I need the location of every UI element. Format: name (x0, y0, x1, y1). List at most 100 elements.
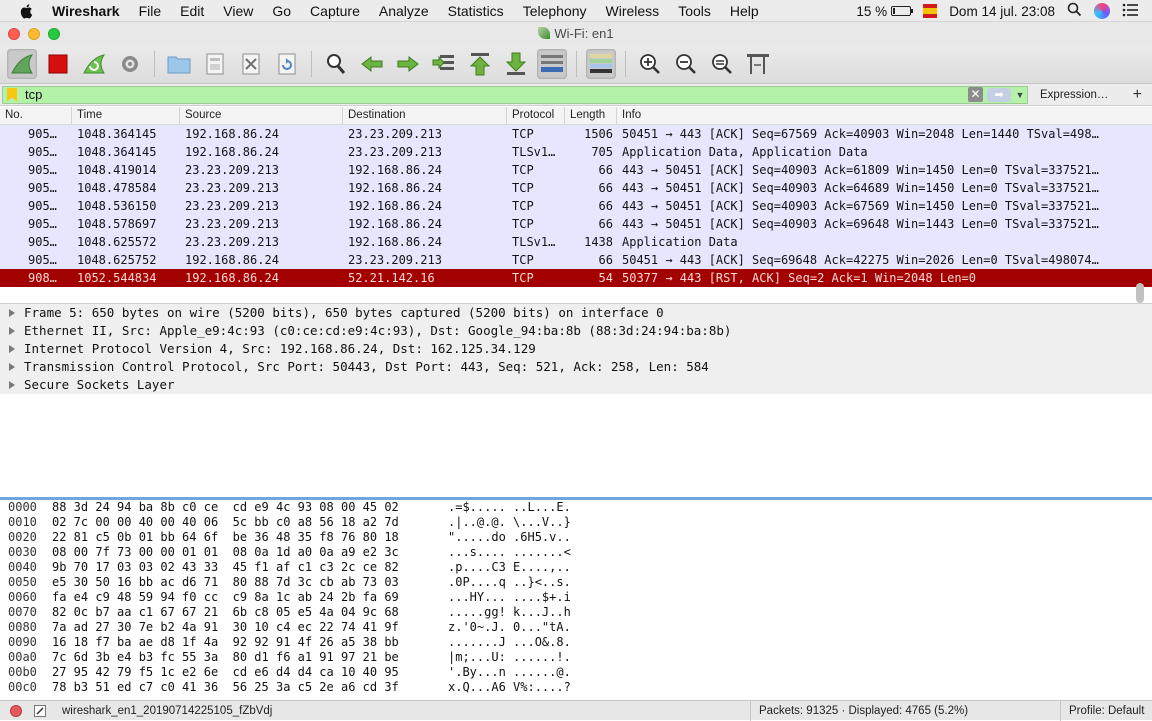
packet-list-scrollbar[interactable] (1136, 283, 1144, 303)
hex-ascii[interactable]: ".....do .6H5.v.. (448, 530, 608, 545)
siri-icon[interactable] (1094, 3, 1110, 19)
packet-row[interactable]: 905… 1048.625752 192.168.86.24 23.23.209.21… (0, 251, 1152, 269)
close-file-button[interactable] (236, 49, 266, 79)
go-back-button[interactable] (357, 49, 387, 79)
hex-bytes[interactable]: 08 00 7f 73 00 00 01 01 08 0a 1d a0 0a a… (52, 545, 448, 560)
hex-bytes[interactable]: fa e4 c9 48 59 94 f0 cc c9 8a 1c ab 24 2… (52, 590, 448, 605)
hex-ascii[interactable]: .=$..... ..L...E. (448, 500, 608, 515)
hex-offset[interactable]: 00c0 (0, 680, 52, 695)
last-packet-button[interactable] (501, 49, 531, 79)
zoom-out-button[interactable] (671, 49, 701, 79)
packet-row[interactable]: 905… 1048.364145 192.168.86.24 23.23.209.21… (0, 143, 1152, 161)
capture-options-button[interactable] (115, 49, 145, 79)
add-filter-button[interactable]: + (1133, 86, 1142, 104)
filter-bookmark-icon[interactable] (7, 87, 17, 102)
hex-bytes[interactable]: 16 18 f7 ba ae d8 1f 4a 92 92 91 4f 26 a… (52, 635, 448, 650)
detail-tree-item[interactable]: Internet Protocol Version 4, Src: 192.16… (0, 340, 1152, 358)
input-source-flag-icon[interactable] (923, 4, 938, 18)
column-header-protocol[interactable]: Protocol (507, 107, 565, 124)
menu-tools[interactable]: Tools (678, 3, 711, 19)
apple-menu-icon[interactable] (18, 3, 34, 19)
resize-columns-button[interactable] (743, 49, 773, 79)
menu-clock[interactable]: Dom 14 jul. 23:08 (949, 4, 1055, 19)
hex-bytes[interactable]: 02 7c 00 00 40 00 40 06 5c bb c0 a8 56 1… (52, 515, 448, 530)
hex-ascii[interactable]: z.'0~.J. 0..."tA. (448, 620, 608, 635)
find-packet-button[interactable] (321, 49, 351, 79)
spotlight-search-icon[interactable] (1067, 2, 1082, 20)
expand-triangle-icon[interactable] (9, 381, 15, 389)
packet-row[interactable]: 905… 1048.478584 23.23.209.213 192.168.86.2… (0, 179, 1152, 197)
hex-ascii[interactable]: ...HY... ....$+.i (448, 590, 608, 605)
expert-info-icon[interactable] (10, 704, 22, 717)
hex-offset[interactable]: 0000 (0, 500, 52, 515)
apply-filter-icon[interactable]: ➡ (987, 87, 1011, 102)
detail-tree-item[interactable]: Secure Sockets Layer (0, 376, 1152, 394)
hex-ascii[interactable]: ...s.... .......< (448, 545, 608, 560)
hex-offset[interactable]: 0060 (0, 590, 52, 605)
hex-ascii[interactable]: .0P....q ..}<..s. (448, 575, 608, 590)
autoscroll-button[interactable] (537, 48, 567, 79)
reload-file-button[interactable] (272, 49, 302, 79)
packet-row[interactable]: 905… 1048.419014 23.23.209.213 192.168.86.2… (0, 161, 1152, 179)
menu-capture[interactable]: Capture (310, 3, 360, 19)
expand-triangle-icon[interactable] (9, 327, 15, 335)
battery-status[interactable]: 15 % (856, 4, 914, 19)
packet-row[interactable]: 905… 1048.364145 192.168.86.24 23.23.209.21… (0, 125, 1152, 143)
menu-app-name[interactable]: Wireshark (52, 3, 120, 19)
save-file-button[interactable] (200, 49, 230, 79)
first-packet-button[interactable] (465, 49, 495, 79)
hex-offset[interactable]: 0080 (0, 620, 52, 635)
hex-offset[interactable]: 0030 (0, 545, 52, 560)
display-filter-input[interactable] (25, 87, 968, 102)
notification-center-icon[interactable] (1122, 3, 1138, 20)
column-header-length[interactable]: Length (565, 107, 617, 124)
packet-row[interactable]: 905… 1048.625572 23.23.209.213 192.168.86.2… (0, 233, 1152, 251)
hex-ascii[interactable]: |m;...U: ......!. (448, 650, 608, 665)
menu-view[interactable]: View (223, 3, 253, 19)
hex-bytes[interactable]: 7c 6d 3b e4 b3 fc 55 3a 80 d1 f6 a1 91 9… (52, 650, 448, 665)
hex-offset[interactable]: 0020 (0, 530, 52, 545)
hex-offset[interactable]: 0010 (0, 515, 52, 530)
hex-ascii[interactable]: x.Q...A6 V%:....? (448, 680, 608, 695)
hex-bytes[interactable]: 22 81 c5 0b 01 bb 64 6f be 36 48 35 f8 7… (52, 530, 448, 545)
column-header-destination[interactable]: Destination (343, 107, 507, 124)
packet-row[interactable]: 905… 1048.536150 23.23.209.213 192.168.86.2… (0, 197, 1152, 215)
clear-filter-icon[interactable]: ✕ (968, 87, 983, 102)
go-forward-button[interactable] (393, 49, 423, 79)
window-close-button[interactable] (8, 28, 20, 40)
menu-wireless[interactable]: Wireless (606, 3, 660, 19)
filter-history-dropdown-icon[interactable]: ▼ (1013, 90, 1027, 100)
window-zoom-button[interactable] (48, 28, 60, 40)
expression-button[interactable]: Expression… (1040, 89, 1108, 101)
menu-statistics[interactable]: Statistics (448, 3, 504, 19)
hex-offset[interactable]: 0050 (0, 575, 52, 590)
expand-triangle-icon[interactable] (9, 309, 15, 317)
menu-go[interactable]: Go (272, 3, 291, 19)
hex-offset[interactable]: 00a0 (0, 650, 52, 665)
hex-ascii[interactable]: .|..@.@. \...V..} (448, 515, 608, 530)
start-capture-button[interactable] (7, 48, 37, 79)
zoom-in-button[interactable] (635, 49, 665, 79)
restart-capture-button[interactable] (79, 49, 109, 79)
hex-bytes[interactable]: 7a ad 27 30 7e b2 4a 91 30 10 c4 ec 22 7… (52, 620, 448, 635)
stop-capture-button[interactable] (43, 49, 73, 79)
capture-comment-icon[interactable] (34, 704, 46, 717)
hex-bytes[interactable]: 78 b3 51 ed c7 c0 41 36 56 25 3a c5 2e a… (52, 680, 448, 695)
detail-tree-item[interactable]: Frame 5: 650 bytes on wire (5200 bits), … (0, 304, 1152, 322)
detail-tree-item[interactable]: Ethernet II, Src: Apple_e9:4c:93 (c0:ce:… (0, 322, 1152, 340)
colorize-button[interactable] (586, 48, 616, 79)
hex-offset[interactable]: 00b0 (0, 665, 52, 680)
go-to-packet-button[interactable] (429, 49, 459, 79)
menu-telephony[interactable]: Telephony (523, 3, 587, 19)
hex-offset[interactable]: 0070 (0, 605, 52, 620)
detail-tree-item[interactable]: Transmission Control Protocol, Src Port:… (0, 358, 1152, 376)
hex-ascii[interactable]: .......J ...O&.8. (448, 635, 608, 650)
open-file-button[interactable] (164, 49, 194, 79)
menu-file[interactable]: File (139, 3, 162, 19)
hex-ascii[interactable]: .....gg! k...J..h (448, 605, 608, 620)
hex-bytes[interactable]: 9b 70 17 03 03 02 43 33 45 f1 af c1 c3 2… (52, 560, 448, 575)
column-header-source[interactable]: Source (180, 107, 343, 124)
packet-row[interactable]: 905… 1048.578697 23.23.209.213 192.168.86.2… (0, 215, 1152, 233)
normal-size-button[interactable] (707, 49, 737, 79)
hex-bytes[interactable]: 88 3d 24 94 ba 8b c0 ce cd e9 4c 93 08 0… (52, 500, 448, 515)
